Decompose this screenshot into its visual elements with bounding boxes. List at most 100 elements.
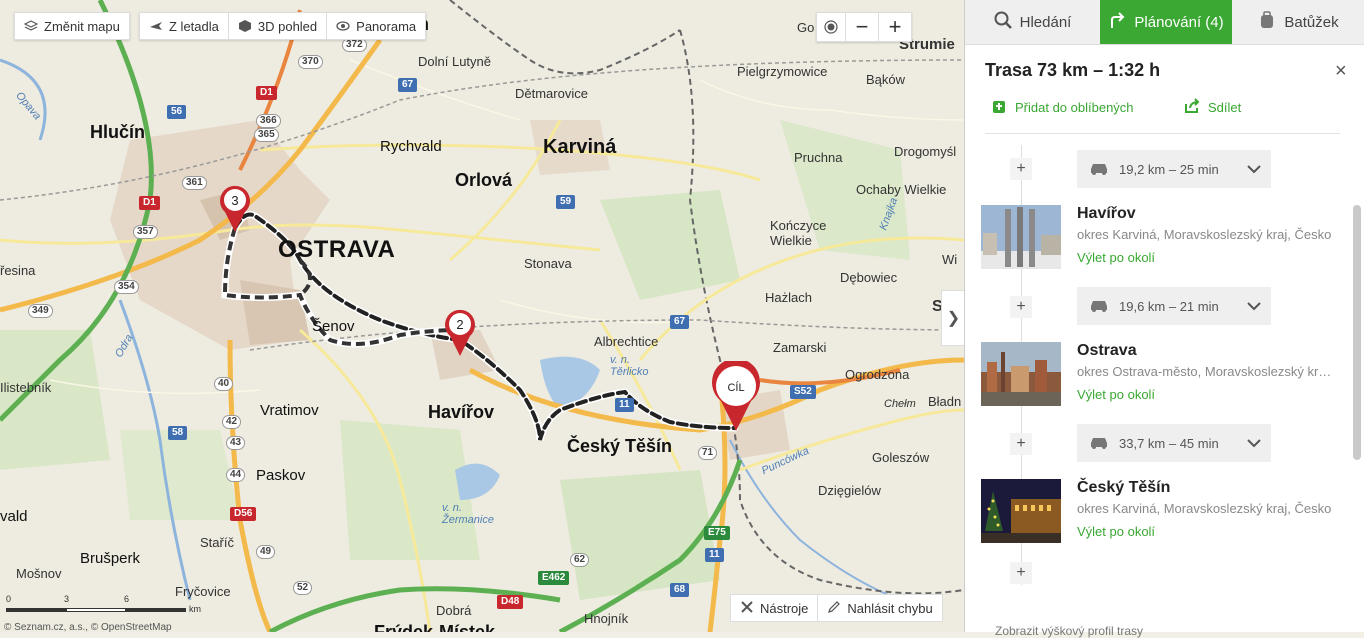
segment-info: 33,7 km – 45 min [1119,435,1219,451]
road-shield: 42 [222,415,242,429]
elevation-profile-link[interactable]: Zobrazit výškový profil trasy [995,624,1143,638]
label-debowiec: Dębowiec [840,270,898,285]
label-goleszow: Goleszów [872,450,930,465]
add-waypoint-button[interactable]: + [1010,296,1032,318]
tools-button[interactable]: Nástroje [731,595,819,621]
add-favorite-button[interactable]: Přidat do oblíbených [991,98,1134,117]
stop-region: okres Karviná, Moravskoslezský kraj, Čes… [1077,501,1332,516]
label-brusperk: Brušperk [80,550,141,567]
label-vratimov: Vratimov [260,402,319,419]
label-ostrava: OSTRAVA [278,236,396,263]
label-dziegielow: Dzięgielów [818,483,881,498]
road-shield: 52 [293,581,313,595]
collapse-panel-button[interactable]: ❯ [941,290,964,346]
view3d-button[interactable]: 3D pohled [229,13,328,39]
bottom-toolbar: Nástroje Nahlásit chybu [730,594,943,622]
plus-icon: + [1016,298,1026,315]
tab-planning[interactable]: Plánování (4) [1100,0,1232,44]
scrollbar[interactable] [1353,205,1361,460]
destination-pin[interactable]: CÍL [711,361,761,433]
label-chelm: Chełm [884,398,916,410]
label-hazlach: Hażlach [765,290,812,305]
add-favorite-label: Přidat do oblíbených [1015,100,1134,115]
zoom-out-button[interactable]: − [846,13,879,41]
label-hlucin: Hlučín [90,122,146,142]
share-button[interactable]: Sdílet [1184,98,1241,117]
route-title: Trasa 73 km – 1:32 h [985,60,1161,80]
eye-icon [336,19,350,33]
road-shield: 372 [342,38,367,52]
plus-icon: + [1016,435,1026,452]
label-rychvald: Rychvald [380,138,442,155]
change-map-button[interactable]: Změnit mapu [15,13,129,39]
share-icon [1184,98,1200,117]
label-hnojnik: Hnojník [584,611,629,626]
car-icon [1089,435,1109,452]
scale-bar: 0 3 6 km [6,594,201,614]
scale-unit: km [189,604,201,614]
label-paskov: Paskov [256,467,306,484]
road-shield: E462 [538,571,570,585]
road-shield: 44 [226,468,246,482]
road-shield: 357 [133,225,158,239]
route-segment[interactable]: 33,7 km – 45 min [1077,424,1271,462]
chevron-down-icon [1247,299,1261,314]
change-map-label: Změnit mapu [44,18,120,34]
layers-icon [23,19,39,33]
label-karvina: Karviná [543,136,617,158]
map-canvas[interactable]: OSTRAVA Karviná Orlová Havířov Český Těš… [0,0,964,632]
label-senov: Šenov [312,318,355,335]
tab-search[interactable]: Hledání [965,0,1100,44]
aerial-label: Z letadla [169,18,219,34]
trip-link[interactable]: Výlet po okolí [1077,387,1155,402]
trip-link[interactable]: Výlet po okolí [1077,250,1155,265]
divider [985,133,1340,134]
scale-label: 6 [124,594,130,604]
route-segment[interactable]: 19,6 km – 21 min [1077,287,1271,325]
tab-backpack[interactable]: Batůžek [1232,0,1364,44]
road-shield: D1 [256,86,277,100]
scale-label: 0 [6,594,12,604]
road-shield: 71 [698,446,718,460]
road-shield: D1 [139,196,160,210]
waypoint-pin-3[interactable]: 3 [219,184,251,234]
aerial-button[interactable]: Z letadla [140,13,229,39]
road-shield: 11 [615,398,634,412]
add-waypoint-button[interactable]: + [1010,562,1032,584]
tab-planning-label: Plánování (4) [1134,13,1224,31]
road-shield: 67 [670,315,690,329]
label-wi: Wi [942,252,958,267]
locate-button[interactable] [817,13,846,41]
label-mosnov: Mošnov [16,566,62,581]
segment-info: 19,2 km – 25 min [1119,161,1219,177]
panorama-button[interactable]: Panorama [327,13,425,39]
chevron-down-icon [1247,436,1261,451]
route-segment[interactable]: 19,2 km – 25 min [1077,150,1271,188]
map-type-toolbar: Změnit mapu [14,12,130,40]
label-orlova: Orlová [455,170,513,190]
waypoint-pin-2[interactable]: 2 [444,308,476,358]
plus-icon: + [1016,564,1026,581]
road-shield: 370 [298,55,323,69]
add-waypoint-button[interactable]: + [1010,158,1032,180]
label-terlicko: v. n. Těrlicko [610,354,649,378]
add-waypoint-button[interactable]: + [1010,433,1032,455]
search-icon [994,11,1012,33]
close-route-button[interactable]: × [1335,60,1347,83]
map-base-layer [0,0,964,632]
trip-link[interactable]: Výlet po okolí [1077,524,1155,539]
copyright[interactable]: © Seznam.cz, a.s., © OpenStreetMap [4,622,172,632]
car-icon [1089,161,1109,178]
zoom-in-button[interactable]: + [879,13,911,41]
plane-icon [149,19,163,33]
pin-label: CÍL [727,381,744,394]
report-error-button[interactable]: Nahlásit chybu [818,595,941,621]
label-ochaby: Ochaby Wielkie [856,182,947,197]
road-shield: 366 [256,114,281,128]
label-ogrodzona: Ogrodzona [845,367,910,382]
stop-region: okres Ostrava-město, Moravskoslezský kra… [1077,364,1337,379]
road-shield: 40 [214,377,234,391]
report-label: Nahlásit chybu [847,600,933,616]
car-icon [1089,298,1109,315]
label-go: Go [797,20,815,35]
